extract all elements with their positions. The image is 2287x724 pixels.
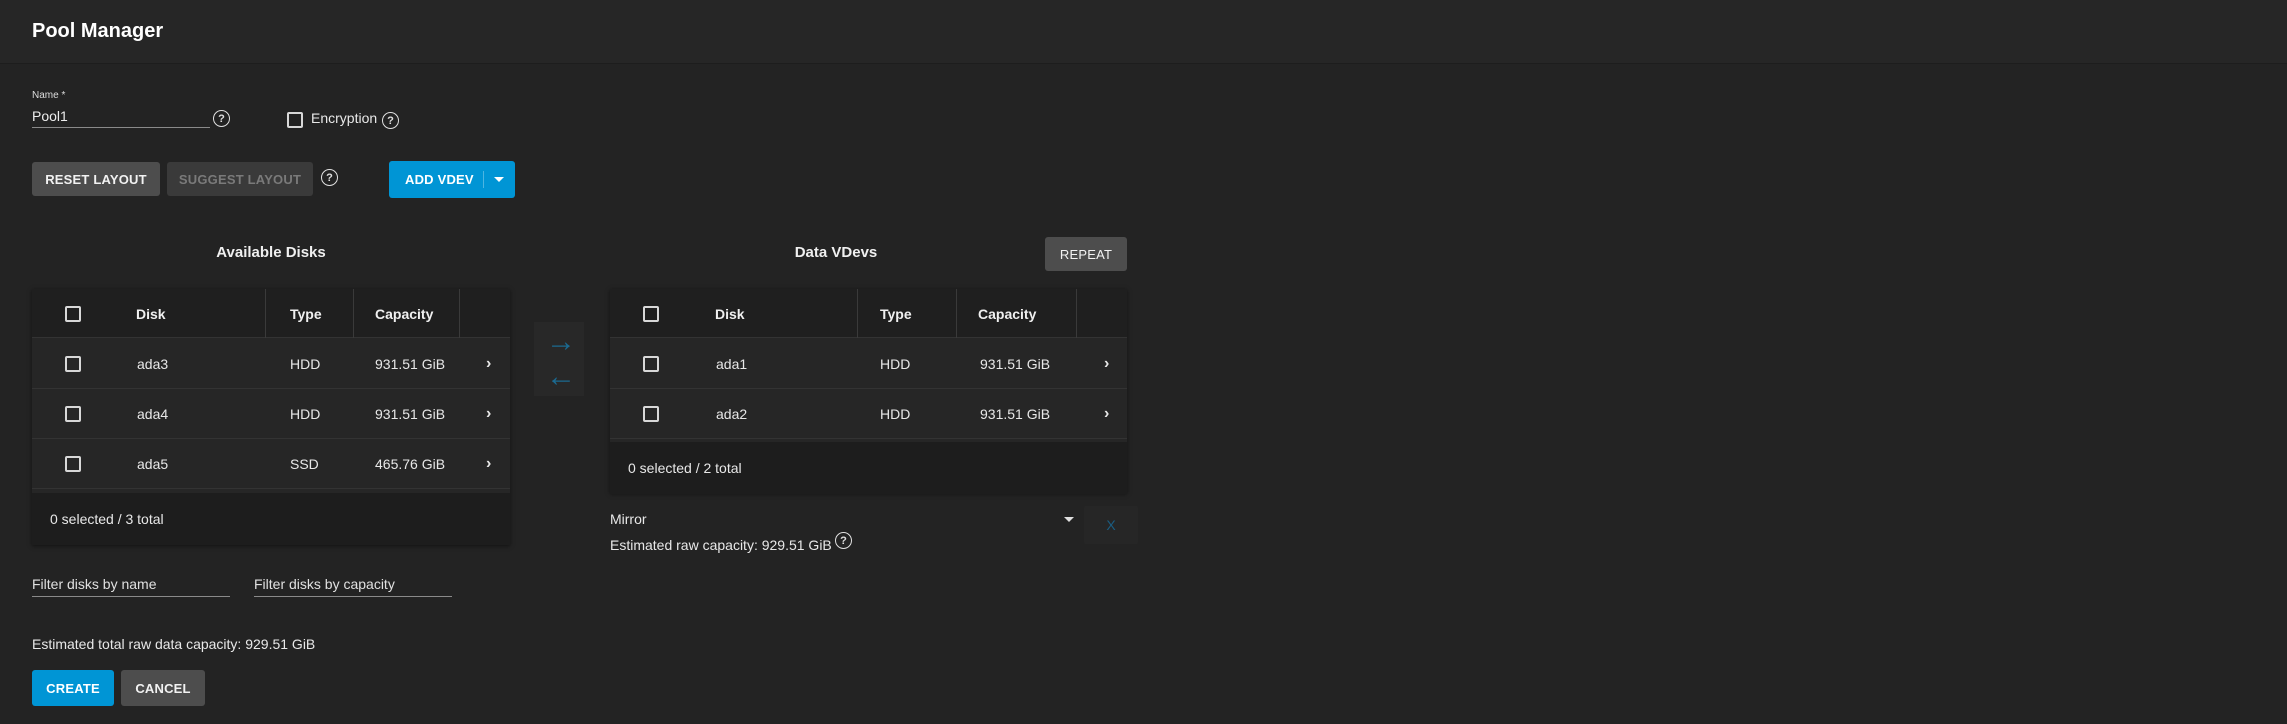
encryption-help-icon[interactable]: ? (382, 112, 399, 129)
table-row[interactable]: ada3 HDD 931.51 GiB › (32, 339, 510, 389)
column-disk[interactable]: Disk (136, 289, 166, 338)
filter-name-input[interactable] (32, 571, 230, 597)
table-header: Disk Type Capacity (610, 289, 1127, 338)
pool-name-input[interactable] (32, 104, 210, 128)
expand-chevron-icon[interactable]: › (486, 455, 491, 473)
table-header: Disk Type Capacity (32, 289, 510, 338)
column-disk[interactable]: Disk (715, 289, 745, 338)
expand-chevron-icon[interactable]: › (1104, 355, 1109, 373)
disk-type: HDD (290, 356, 321, 372)
expand-chevron-icon[interactable]: › (1104, 405, 1109, 423)
select-all-checkbox[interactable] (65, 306, 81, 322)
remove-vdev-button[interactable]: X (1084, 506, 1138, 544)
selection-count: 0 selected / 2 total (628, 460, 742, 476)
column-divider (265, 289, 266, 338)
vdev-layout-select[interactable]: Mirror (610, 511, 647, 527)
column-divider (857, 289, 858, 338)
disk-type: HDD (290, 406, 321, 422)
column-divider (956, 289, 957, 338)
disk-name: ada3 (137, 356, 169, 372)
row-checkbox[interactable] (65, 356, 81, 372)
caret-down-icon[interactable] (1064, 517, 1074, 522)
suggest-layout-button[interactable]: SUGGEST LAYOUT (167, 162, 313, 196)
row-checkbox[interactable] (643, 356, 659, 372)
encryption-checkbox[interactable] (287, 112, 303, 128)
move-right-arrow-icon[interactable]: → (546, 327, 576, 357)
table-footer: 0 selected / 2 total (610, 442, 1127, 494)
expand-chevron-icon[interactable]: › (486, 405, 491, 423)
total-capacity-text: Estimated total raw data capacity: 929.5… (32, 636, 316, 652)
table-row[interactable]: ada5 SSD 465.76 GiB › (32, 439, 510, 489)
capacity-help-icon[interactable]: ? (835, 532, 852, 549)
disk-capacity: 931.51 GiB (375, 406, 446, 422)
cancel-button[interactable]: CANCEL (121, 670, 205, 706)
encryption-label: Encryption (311, 110, 378, 126)
available-disks-title: Available Disks (216, 244, 326, 261)
page-title: Pool Manager (32, 20, 164, 42)
disk-name: ada1 (716, 356, 748, 372)
estimated-raw-capacity: Estimated raw capacity: 929.51 GiB (610, 537, 832, 553)
table-row[interactable]: ada4 HDD 931.51 GiB › (32, 389, 510, 439)
column-divider (353, 289, 354, 338)
name-help-icon[interactable]: ? (213, 110, 230, 127)
disk-name: ada2 (716, 406, 748, 422)
move-left-arrow-icon[interactable]: ← (546, 362, 576, 392)
column-type[interactable]: Type (880, 289, 912, 338)
column-divider (459, 289, 460, 338)
row-checkbox[interactable] (65, 456, 81, 472)
column-capacity[interactable]: Capacity (978, 289, 1036, 338)
selection-count: 0 selected / 3 total (50, 511, 164, 527)
filter-capacity-input[interactable] (254, 571, 452, 597)
table-footer: 0 selected / 3 total (32, 493, 510, 545)
disk-type: HDD (880, 406, 911, 422)
table-row[interactable]: ada1 HDD 931.51 GiB › (610, 339, 1127, 389)
disk-capacity: 931.51 GiB (375, 356, 446, 372)
column-divider (1076, 289, 1077, 338)
reset-layout-button[interactable]: RESET LAYOUT (32, 162, 160, 196)
disk-name: ada4 (137, 406, 169, 422)
column-type[interactable]: Type (290, 289, 322, 338)
suggest-layout-help-icon[interactable]: ? (321, 169, 338, 186)
disk-capacity: 465.76 GiB (375, 456, 446, 472)
row-checkbox[interactable] (643, 406, 659, 422)
add-vdev-label: ADD VDEV (405, 172, 474, 187)
disk-type: HDD (880, 356, 911, 372)
create-button[interactable]: CREATE (32, 670, 114, 706)
expand-chevron-icon[interactable]: › (486, 355, 491, 373)
disk-capacity: 931.51 GiB (980, 406, 1051, 422)
data-vdevs-title: Data VDevs (794, 244, 878, 261)
add-vdev-divider (483, 171, 484, 188)
row-checkbox[interactable] (65, 406, 81, 422)
disk-capacity: 931.51 GiB (980, 356, 1051, 372)
available-disks-table: Disk Type Capacity ada3 HDD 931.51 GiB ›… (32, 289, 510, 545)
add-vdev-dropdown-icon[interactable] (494, 177, 504, 182)
disk-name: ada5 (137, 456, 169, 472)
table-row[interactable]: ada2 HDD 931.51 GiB › (610, 389, 1127, 439)
disk-type: SSD (290, 456, 319, 472)
repeat-button[interactable]: REPEAT (1045, 237, 1127, 271)
data-vdevs-table: Disk Type Capacity ada1 HDD 931.51 GiB ›… (610, 289, 1127, 494)
column-capacity[interactable]: Capacity (375, 289, 433, 338)
add-vdev-button[interactable]: ADD VDEV (389, 161, 515, 198)
top-bar: Pool Manager (0, 0, 2287, 64)
select-all-checkbox[interactable] (643, 306, 659, 322)
transfer-arrows: → ← (534, 322, 584, 396)
name-label: Name * (32, 90, 66, 101)
